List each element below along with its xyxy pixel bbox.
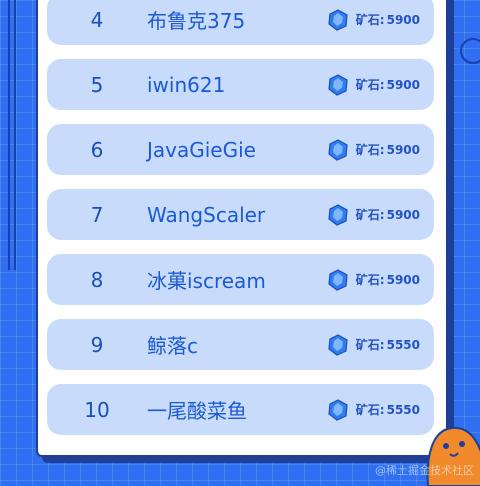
user-name[interactable]: 布鲁克375 <box>147 5 326 34</box>
rank-number: 8 <box>90 267 104 292</box>
user-name[interactable]: 冰菓iscream <box>147 265 326 294</box>
rank-number: 10 <box>84 397 110 422</box>
score-label: 矿石: <box>355 13 385 27</box>
rank-number: 4 <box>90 7 104 32</box>
ore-score: 矿石: 5900 <box>326 268 420 292</box>
ore-score: 矿石: 5900 <box>326 138 420 162</box>
ore-score: 矿石: 5900 <box>326 8 420 32</box>
score-label: 矿石: <box>355 273 385 287</box>
score-label: 矿石: <box>355 403 385 417</box>
rank-number: 5 <box>90 72 104 97</box>
leaderboard-row[interactable]: 4 布鲁克375 矿石: 5900 <box>47 0 434 45</box>
score-value: 5900 <box>386 272 420 287</box>
leaderboard-row[interactable]: 10 一尾酸菜鱼 矿石: 5550 <box>47 384 434 435</box>
leaderboard-row[interactable]: 9 鲸落c 矿石: 5550 <box>47 319 434 370</box>
ore-gem-icon <box>328 203 348 226</box>
left-decorative-lines <box>8 0 22 270</box>
score-value: 5900 <box>386 207 420 222</box>
ore-gem-icon <box>328 8 348 31</box>
leaderboard-row[interactable]: 5 iwin621 矿石: 5900 <box>47 59 434 110</box>
score-label: 矿石: <box>355 208 385 222</box>
user-name[interactable]: iwin621 <box>147 73 326 97</box>
ore-gem-icon <box>328 138 348 161</box>
user-name[interactable]: JavaGieGie <box>147 138 326 162</box>
rank-number: 6 <box>90 137 104 162</box>
score-value: 5900 <box>386 77 420 92</box>
watermark: @稀土掘金技术社区 <box>375 464 474 477</box>
ore-score: 矿石: 5900 <box>326 73 420 97</box>
leaderboard-row[interactable]: 7 WangScaler 矿石: 5900 <box>47 189 434 240</box>
ore-gem-icon <box>328 333 348 356</box>
user-name[interactable]: WangScaler <box>147 203 326 227</box>
score-label: 矿石: <box>355 338 385 352</box>
score-value: 5900 <box>386 142 420 157</box>
leaderboard-row[interactable]: 8 冰菓iscream 矿石: 5900 <box>47 254 434 305</box>
rank-number: 7 <box>90 202 104 227</box>
rank-number: 9 <box>90 332 104 357</box>
ore-score: 矿石: 5550 <box>326 333 420 357</box>
user-name[interactable]: 一尾酸菜鱼 <box>147 395 326 424</box>
score-value: 5900 <box>386 12 420 27</box>
ore-gem-icon <box>328 398 348 421</box>
score-value: 5550 <box>386 402 420 417</box>
leaderboard-row[interactable]: 6 JavaGieGie 矿石: 5900 <box>47 124 434 175</box>
score-value: 5550 <box>386 337 420 352</box>
ore-score: 矿石: 5550 <box>326 398 420 422</box>
user-name[interactable]: 鲸落c <box>147 330 326 359</box>
score-label: 矿石: <box>355 78 385 92</box>
ore-gem-icon <box>328 268 348 291</box>
score-label: 矿石: <box>355 143 385 157</box>
circle-decoration <box>460 38 480 64</box>
ore-score: 矿石: 5900 <box>326 203 420 227</box>
ore-gem-icon <box>328 73 348 96</box>
